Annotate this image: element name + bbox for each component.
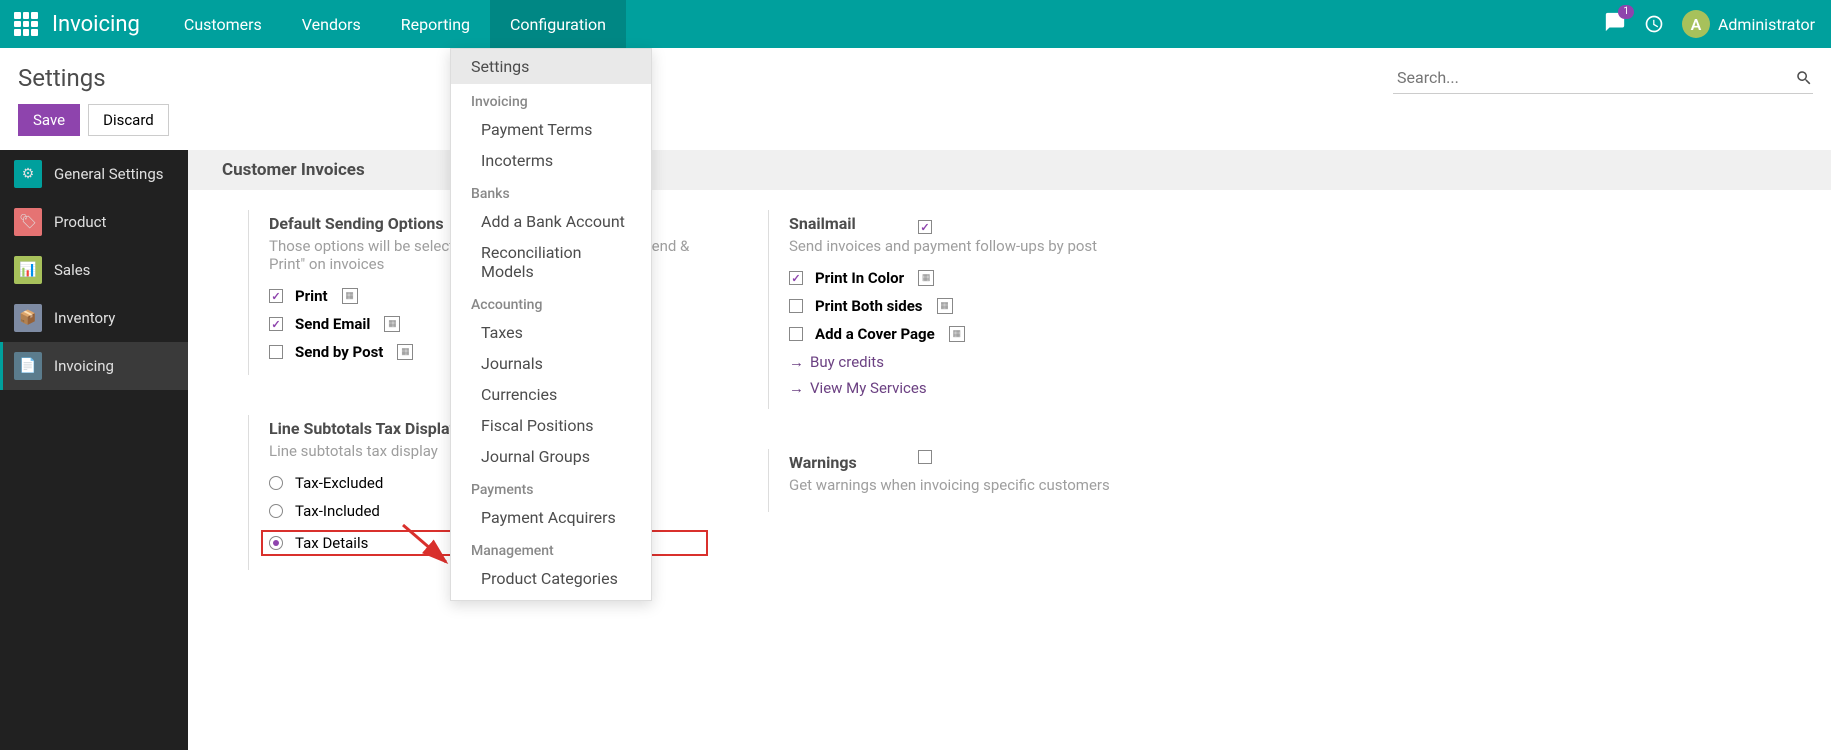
arrow-icon: → [789, 379, 804, 397]
save-button[interactable]: Save [18, 104, 80, 136]
user-menu[interactable]: A Administrator [1682, 10, 1815, 38]
dev-icon[interactable] [918, 270, 934, 286]
dd-add-bank[interactable]: Add a Bank Account [451, 206, 651, 237]
sidebar-item-inventory[interactable]: 📦 Inventory [0, 294, 188, 342]
checkbox-email[interactable] [269, 317, 283, 331]
link-buy-credits[interactable]: →Buy credits [789, 353, 1188, 371]
checkbox-coverpage[interactable] [789, 327, 803, 341]
sidebar-item-general[interactable]: ⚙ General Settings [0, 150, 188, 198]
dev-icon[interactable] [384, 316, 400, 332]
sidebar-item-label: General Settings [54, 165, 164, 183]
dd-header-accounting: Accounting [451, 287, 651, 317]
checkbox-warnings-enable[interactable] [918, 450, 932, 464]
chart-icon: 📊 [14, 256, 42, 284]
opt-label: Tax-Included [295, 502, 380, 520]
dd-recon[interactable]: Reconciliation Models [451, 237, 651, 287]
arrow-icon: → [789, 353, 804, 371]
top-navbar: Invoicing Customers Vendors Reporting Co… [0, 0, 1831, 48]
user-name: Administrator [1718, 15, 1815, 34]
dd-jgroups[interactable]: Journal Groups [451, 441, 651, 472]
dd-currencies[interactable]: Currencies [451, 379, 651, 410]
discard-button[interactable]: Discard [88, 104, 169, 136]
opt-label: Add a Cover Page [815, 325, 935, 343]
dd-settings[interactable]: Settings [451, 49, 651, 84]
search-icon[interactable] [1795, 69, 1813, 87]
sidebar-item-sales[interactable]: 📊 Sales [0, 246, 188, 294]
sidebar-item-label: Product [54, 213, 106, 231]
nav-reporting[interactable]: Reporting [381, 0, 490, 48]
nav-customers[interactable]: Customers [164, 0, 282, 48]
dd-incoterms[interactable]: Incoterms [451, 145, 651, 176]
sidebar-item-label: Sales [54, 261, 90, 279]
nav-configuration[interactable]: Configuration [490, 0, 626, 48]
dd-fiscal[interactable]: Fiscal Positions [451, 410, 651, 441]
block-snailmail: Snailmail Send invoices and payment foll… [768, 210, 1188, 409]
sidebar-item-invoicing[interactable]: 📄 Invoicing [0, 342, 188, 390]
dd-payment-terms[interactable]: Payment Terms [451, 114, 651, 145]
tag-icon: 🏷 [14, 208, 42, 236]
checkbox-color[interactable] [789, 271, 803, 285]
opt-label: Print [295, 287, 328, 305]
dev-icon[interactable] [949, 326, 965, 342]
dd-header-management: Management [451, 533, 651, 563]
block-warnings: Warnings Get warnings when invoicing spe… [768, 449, 1188, 512]
dd-journals[interactable]: Journals [451, 348, 651, 379]
sidebar-item-product[interactable]: 🏷 Product [0, 198, 188, 246]
subheader: Settings [0, 48, 1831, 104]
topbar-right: 1 A Administrator [1604, 10, 1831, 38]
checkbox-print[interactable] [269, 289, 283, 303]
search-input[interactable] [1393, 62, 1795, 93]
invoice-icon: 📄 [14, 352, 42, 380]
app-name[interactable]: Invoicing [52, 12, 140, 37]
chat-icon[interactable]: 1 [1604, 11, 1626, 37]
search-box[interactable] [1393, 62, 1813, 94]
opt-label: Send Email [295, 315, 370, 333]
action-buttons: Save Discard [0, 104, 1831, 150]
avatar: A [1682, 10, 1710, 38]
nav-items: Customers Vendors Reporting Configuratio… [164, 0, 626, 48]
section-heading: Customer Invoices [188, 150, 1831, 190]
settings-sidebar: ⚙ General Settings 🏷 Product 📊 Sales 📦 Inven… [0, 150, 188, 750]
radio-tax-details[interactable] [269, 536, 283, 550]
opt-label: Send by Post [295, 343, 383, 361]
opt-label: Tax Details [295, 534, 368, 552]
box-icon: 📦 [14, 304, 42, 332]
block-title: Snailmail [789, 214, 1188, 233]
sidebar-item-label: Invoicing [54, 357, 114, 375]
annotation-arrow [398, 520, 458, 570]
sidebar-item-label: Inventory [54, 309, 115, 327]
dev-icon[interactable] [342, 288, 358, 304]
opt-label: Print Both sides [815, 297, 923, 315]
dd-acquirers[interactable]: Payment Acquirers [451, 502, 651, 533]
settings-content: Customer Invoices Default Sending Option… [188, 150, 1831, 750]
dd-header-banks: Banks [451, 176, 651, 206]
nav-vendors[interactable]: Vendors [282, 0, 381, 48]
dev-icon[interactable] [397, 344, 413, 360]
radio-tax-excluded[interactable] [269, 476, 283, 490]
block-desc: Get warnings when invoicing specific cus… [789, 476, 1188, 494]
checkbox-bothsides[interactable] [789, 299, 803, 313]
dd-header-invoicing: Invoicing [451, 84, 651, 114]
gear-icon: ⚙ [14, 160, 42, 188]
opt-label: Print In Color [815, 269, 904, 287]
radio-tax-included[interactable] [269, 504, 283, 518]
apps-icon[interactable] [14, 12, 38, 36]
link-view-services[interactable]: →View My Services [789, 379, 1188, 397]
checkbox-post[interactable] [269, 345, 283, 359]
dd-header-payments: Payments [451, 472, 651, 502]
dd-taxes[interactable]: Taxes [451, 317, 651, 348]
configuration-dropdown: Settings Invoicing Payment Terms Incoter… [450, 48, 652, 601]
opt-label: Tax-Excluded [295, 474, 383, 492]
dd-product-categories[interactable]: Product Categories [451, 563, 651, 594]
block-desc: Send invoices and payment follow-ups by … [789, 237, 1188, 255]
checkbox-snailmail-enable[interactable] [918, 220, 932, 234]
notification-badge: 1 [1618, 5, 1634, 19]
clock-icon[interactable] [1644, 14, 1664, 34]
page-title: Settings [18, 64, 106, 92]
block-title: Warnings [789, 453, 1188, 472]
dev-icon[interactable] [937, 298, 953, 314]
